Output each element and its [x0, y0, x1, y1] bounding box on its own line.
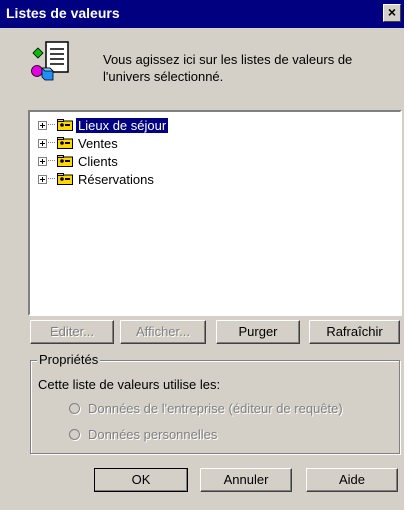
- class-folder-icon: [57, 155, 73, 167]
- properties-title: Propriétés: [37, 352, 101, 367]
- help-button[interactable]: Aide: [306, 468, 398, 492]
- description-text: Vous agissez ici sur les listes de valeu…: [103, 52, 353, 84]
- radio-icon: [69, 429, 80, 440]
- purge-button[interactable]: Purger: [216, 320, 300, 344]
- list-values-icon: [31, 41, 69, 81]
- list-of-values-dialog: Listes de valeurs × Vous agissez ici sur…: [0, 0, 404, 510]
- cancel-button[interactable]: Annuler: [200, 468, 292, 492]
- tree-item-label: Clients: [78, 153, 118, 169]
- properties-group: Propriétés Cette liste de valeurs utilis…: [30, 352, 400, 454]
- tree-item-label: Lieux de séjour: [74, 116, 170, 134]
- properties-subtitle: Cette liste de valeurs utilise les:: [38, 377, 221, 392]
- tree-item-lieux-de-sejour[interactable]: Lieux de séjour: [38, 116, 170, 134]
- expand-icon[interactable]: [38, 156, 47, 166]
- edit-button[interactable]: Editer...: [30, 320, 114, 344]
- close-button[interactable]: ×: [383, 4, 401, 22]
- expand-icon[interactable]: [38, 138, 47, 148]
- lov-tree[interactable]: Lieux de séjour Ventes Clients Réservati…: [28, 110, 402, 316]
- show-button[interactable]: Afficher...: [120, 320, 206, 344]
- tree-item-clients[interactable]: Clients: [38, 152, 120, 170]
- radio-personal-data[interactable]: Données personnelles: [69, 427, 217, 442]
- class-folder-icon: [57, 137, 73, 149]
- tree-item-label: Réservations: [78, 171, 154, 187]
- radio-personal-label: Données personnelles: [88, 427, 218, 442]
- class-folder-icon: [57, 119, 73, 131]
- ok-button[interactable]: OK: [94, 468, 188, 492]
- radio-enterprise-data[interactable]: Données de l'entreprise (éditeur de requ…: [69, 401, 343, 416]
- class-folder-icon: [57, 173, 73, 185]
- tree-item-label: Ventes: [78, 135, 118, 151]
- window-title: Listes de valeurs: [6, 5, 120, 21]
- tree-item-reservations[interactable]: Réservations: [38, 170, 156, 188]
- expand-icon[interactable]: [38, 120, 47, 130]
- title-bar[interactable]: Listes de valeurs ×: [0, 0, 404, 28]
- radio-enterprise-label: Données de l'entreprise (éditeur de requ…: [88, 401, 343, 416]
- refresh-button[interactable]: Rafraîchir: [309, 320, 400, 344]
- radio-icon: [69, 403, 80, 414]
- close-icon: ×: [387, 4, 397, 20]
- tree-item-ventes[interactable]: Ventes: [38, 134, 120, 152]
- expand-icon[interactable]: [38, 174, 47, 184]
